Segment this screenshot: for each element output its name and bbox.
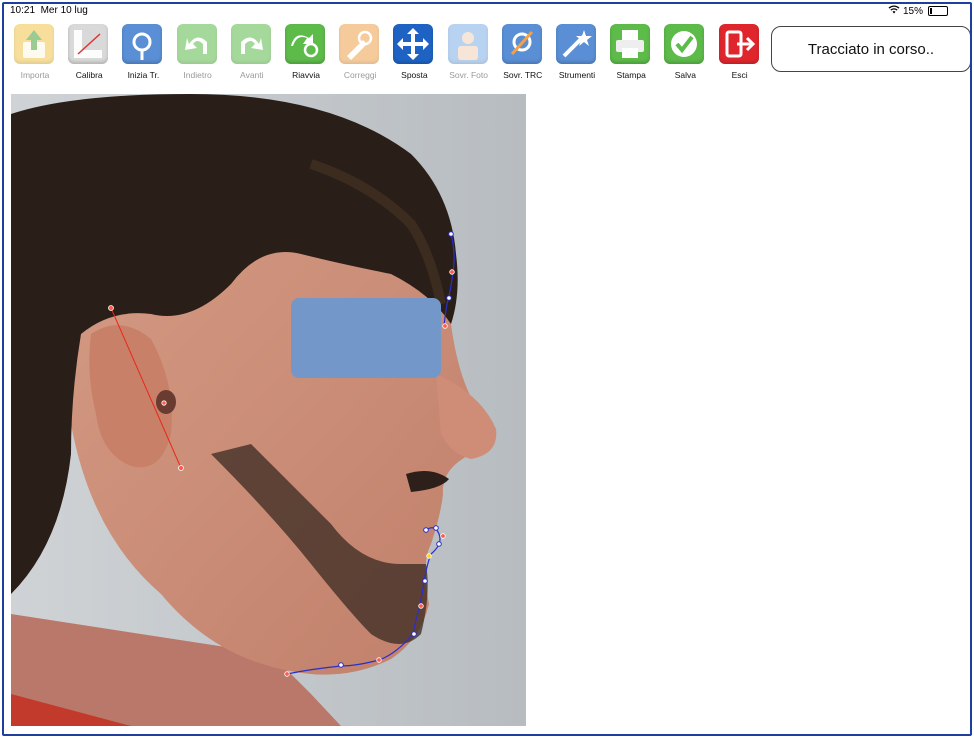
trace-point[interactable] (440, 533, 446, 539)
restart-icon (285, 24, 325, 64)
privacy-mask (291, 298, 441, 378)
toolbar-label: Sovr. Foto (449, 70, 488, 80)
tools-icon (556, 24, 596, 64)
toolbar-label: Indietro (183, 70, 212, 80)
start-trace-icon (122, 24, 163, 64)
toolbar-label: Inizia Tr. (127, 70, 160, 80)
trace-point[interactable] (423, 527, 429, 533)
overlay-photo-icon (447, 24, 488, 64)
trace-point[interactable] (376, 657, 382, 663)
status-date: Mer 10 lug (40, 5, 88, 16)
toolbar-label: Stampa (616, 70, 646, 80)
toolbar-label: Calibra (75, 70, 103, 80)
trace-point[interactable] (338, 662, 344, 668)
app-window: 10:21 Mer 10 lug 15% Importa Calibra Inizi… (2, 2, 972, 736)
main-toolbar: Importa Calibra Inizia Tr. Indietro Avanti Ri… (10, 20, 770, 90)
trace-point[interactable] (433, 525, 439, 531)
toolbar-button-strumenti[interactable]: Strumenti (552, 20, 602, 88)
trace-point[interactable] (449, 269, 455, 275)
toolbar-label: Correggi (343, 70, 377, 80)
wifi-icon (888, 5, 900, 17)
toolbar-button-sovrtrc[interactable]: Sovr. TRC (498, 20, 548, 88)
toolbar-button-calibra[interactable]: Calibra (64, 20, 114, 88)
battery-level (930, 8, 932, 14)
status-indicators: 15% (888, 5, 948, 17)
trace-point[interactable] (108, 305, 114, 311)
trace-point[interactable] (178, 465, 184, 471)
trace-point[interactable] (284, 671, 290, 677)
trace-point[interactable] (448, 231, 454, 237)
toolbar-button-importa[interactable]: Importa (10, 20, 60, 88)
toolbar-button-salva[interactable]: Salva (660, 20, 710, 88)
toolbar-button-indietro[interactable]: Indietro (173, 20, 223, 88)
trace-point[interactable] (161, 400, 167, 406)
import-icon (14, 24, 54, 64)
toolbar-button-inizia[interactable]: Inizia Tr. (118, 20, 168, 88)
trace-point[interactable] (436, 541, 442, 547)
clock: 10:21 Mer 10 lug (10, 5, 88, 16)
status-time: 10:21 (10, 5, 36, 16)
status-message-box: Tracciato in corso.. (771, 26, 970, 72)
toolbar-label: Riavvia (292, 70, 320, 80)
toolbar-label: Salva (674, 70, 697, 80)
toolbar-button-riavvia[interactable]: Riavvia (281, 20, 331, 88)
redo-icon (230, 24, 271, 64)
trace-point[interactable] (446, 295, 452, 301)
undo-icon (176, 24, 217, 64)
trace-point[interactable] (442, 323, 448, 329)
photo-canvas (11, 94, 526, 726)
correct-icon (339, 24, 380, 64)
toolbar-button-correggi[interactable]: Correggi (335, 20, 385, 88)
ruler-icon (68, 24, 109, 64)
status-message: Tracciato in corso.. (807, 40, 935, 58)
trace-point[interactable] (422, 578, 428, 584)
toolbar-label: Sposta (401, 70, 428, 80)
trace-point[interactable] (411, 631, 417, 637)
battery-icon (928, 6, 948, 16)
trace-point-active[interactable] (426, 553, 432, 559)
toolbar-label: Importa (20, 70, 50, 80)
toolbar-label: Strumenti (558, 70, 596, 80)
toolbar-label: Esci (731, 70, 748, 80)
battery-percent: 15% (902, 5, 923, 17)
toolbar-button-sovrfoto[interactable]: Sovr. Foto (444, 20, 494, 88)
trace-point[interactable] (418, 603, 424, 609)
toolbar-label: Sovr. TRC (503, 70, 543, 80)
toolbar-button-esci[interactable]: Esci (715, 20, 765, 88)
toolbar-button-stampa[interactable]: Stampa (606, 20, 656, 88)
exit-icon (718, 24, 759, 64)
ios-status-bar: 10:21 Mer 10 lug 15% (4, 4, 970, 18)
toolbar-button-sposta[interactable]: Sposta (389, 20, 439, 88)
overlay-trc-icon (501, 24, 542, 64)
toolbar-button-avanti[interactable]: Avanti (227, 20, 277, 88)
move-icon (393, 24, 434, 64)
patient-profile-photo[interactable] (11, 94, 526, 726)
toolbar-label: Avanti (240, 70, 264, 80)
print-icon (610, 24, 651, 64)
save-check-icon (664, 24, 705, 64)
